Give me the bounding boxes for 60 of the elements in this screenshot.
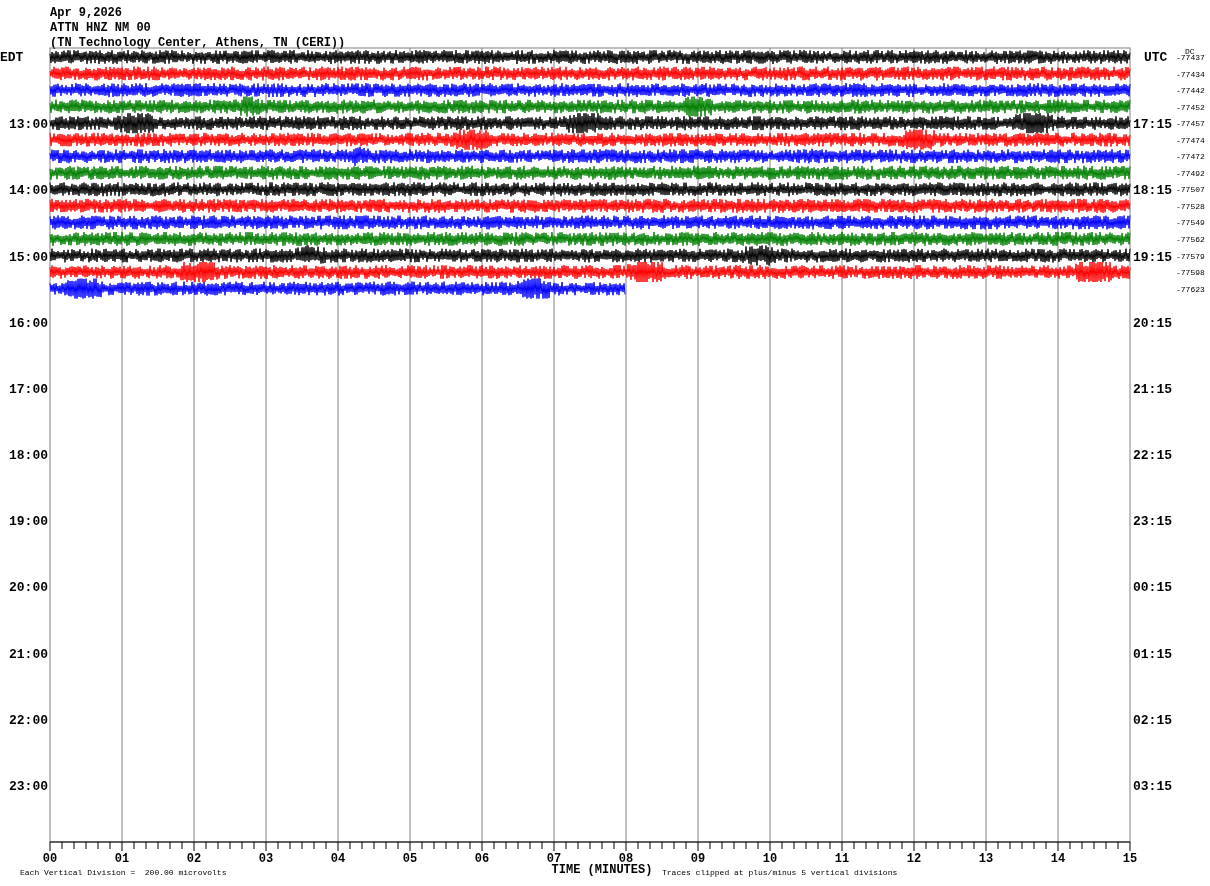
hour-label: 15:00 bbox=[9, 249, 48, 265]
trace-offset: -77549 bbox=[1176, 218, 1205, 228]
hour-label: 02:15 bbox=[1133, 712, 1172, 728]
tick-label: 09 bbox=[690, 852, 706, 866]
trace-offset: -77472 bbox=[1176, 152, 1205, 162]
hour-label: 14:00 bbox=[9, 183, 48, 199]
trace-offset: -77442 bbox=[1176, 86, 1205, 96]
hour-label: 16:00 bbox=[9, 315, 48, 331]
trace-offset: -77507 bbox=[1176, 185, 1205, 195]
hour-label: 17:15 bbox=[1133, 117, 1172, 133]
offset-header: DC bbox=[1185, 47, 1195, 56]
tick-label: 01 bbox=[114, 852, 130, 866]
hour-label: 18:15 bbox=[1133, 183, 1172, 199]
tick-label: 13 bbox=[978, 852, 994, 866]
hour-label: 21:15 bbox=[1133, 381, 1172, 397]
tick-label: 12 bbox=[906, 852, 922, 866]
hour-label: 21:00 bbox=[9, 646, 48, 662]
clip-note: Traces clipped at plus/minus 5 vertical divisions bbox=[662, 868, 898, 877]
chart-date: Apr 9,2026 bbox=[50, 6, 122, 20]
hour-label: 19:15 bbox=[1133, 249, 1172, 265]
trace-offset: -77562 bbox=[1176, 234, 1205, 244]
hour-label: 19:00 bbox=[9, 514, 48, 530]
trace-offset: -77528 bbox=[1176, 201, 1205, 211]
tick-label: 11 bbox=[834, 852, 850, 866]
time-zone-label: UTC bbox=[1144, 50, 1168, 65]
hour-label: 23:15 bbox=[1133, 514, 1172, 530]
hour-label: 22:00 bbox=[9, 712, 48, 728]
tick-label: 05 bbox=[402, 852, 418, 866]
tick-label: 10 bbox=[762, 852, 778, 866]
tick-label: 00 bbox=[42, 852, 58, 866]
hour-label: 03:15 bbox=[1133, 778, 1172, 794]
trace-offset: -77598 bbox=[1176, 268, 1205, 278]
trace-offset: -77437 bbox=[1176, 53, 1205, 62]
hour-label: 01:15 bbox=[1133, 646, 1172, 662]
scale-note: Each Vertical Division = 200.00 microvolts bbox=[20, 868, 227, 877]
hour-label: 00:15 bbox=[1133, 580, 1172, 596]
hour-label: 22:15 bbox=[1133, 448, 1172, 463]
station-code: ATTN HNZ NM 00 bbox=[50, 21, 151, 35]
tick-label: 04 bbox=[330, 852, 346, 866]
tick-label: 15 bbox=[1122, 852, 1138, 866]
station-location: (TN Technology Center, Athens, TN (CERI)) bbox=[50, 36, 346, 50]
hour-label: 20:00 bbox=[9, 580, 48, 596]
trace-offset: -77623 bbox=[1176, 284, 1205, 294]
trace-offset: -77452 bbox=[1176, 102, 1205, 112]
axis-title: TIME (MINUTES) bbox=[551, 863, 653, 877]
tick-label: 02 bbox=[186, 852, 202, 866]
hour-label: 20:15 bbox=[1133, 315, 1172, 331]
trace-offset: -77579 bbox=[1176, 251, 1205, 261]
trace-offset: -77492 bbox=[1176, 168, 1205, 178]
time-zone-label: EDT bbox=[0, 50, 24, 65]
hour-label: 13:00 bbox=[9, 117, 48, 133]
tick-label: 06 bbox=[474, 852, 490, 866]
tick-label: 14 bbox=[1050, 852, 1066, 866]
tick-label: 03 bbox=[258, 852, 274, 866]
hour-label: 18:00 bbox=[9, 448, 48, 463]
hour-label: 17:00 bbox=[9, 381, 48, 397]
trace-offset: -77474 bbox=[1176, 135, 1205, 145]
trace-offset: -77434 bbox=[1176, 69, 1205, 79]
trace-offset: -77457 bbox=[1176, 119, 1205, 129]
hour-label: 23:00 bbox=[9, 778, 48, 794]
